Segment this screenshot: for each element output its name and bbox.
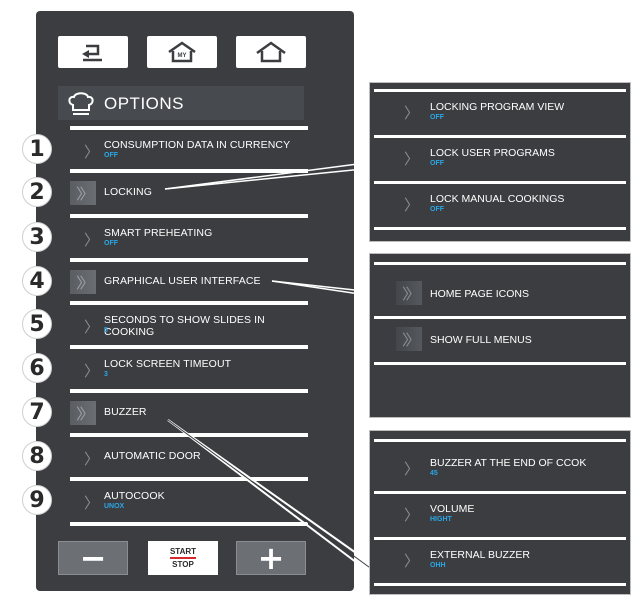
locking-connector-top	[164, 161, 374, 190]
submenu-divider	[374, 227, 626, 230]
submenu-divider	[374, 537, 626, 540]
submenu-item-label: SHOW FULL MENUS	[430, 334, 532, 346]
gui-connector-bottom	[271, 280, 374, 297]
submenu-item-label: BUZZER AT THE END OF CCOK	[430, 457, 587, 469]
chevron-right-icon: 〉	[404, 461, 420, 478]
buzzer-submenu: 〉 BUZZER AT THE END OF CCOK 45 〉 VOLUME …	[369, 430, 631, 595]
submenu-item-label: EXTERNAL BUZZER	[430, 549, 530, 561]
chevron-right-icon: 〉	[404, 151, 420, 168]
submenu-item-value: HIGHT	[430, 516, 452, 523]
submenu-item-value: OFF	[430, 160, 444, 167]
chevron-right-icon: 〉	[404, 507, 420, 524]
locking-submenu: 〉 LOCKING PROGRAM VIEW OFF 〉 LOCK USER P…	[369, 82, 631, 242]
submenu-divider	[374, 491, 626, 494]
submenu-item-lock-manual-cookings[interactable]: 〉 LOCK MANUAL COOKINGS OFF	[374, 185, 626, 219]
submenu-item-label: HOME PAGE ICONS	[430, 288, 529, 300]
submenu-item-value: 45	[430, 470, 438, 477]
submenu-divider	[374, 181, 626, 184]
buzzer-connector-mid	[167, 419, 374, 571]
chevron-double-icon: 〉〉	[396, 281, 422, 305]
submenu-divider	[374, 316, 626, 319]
submenu-item-value: OFF	[430, 114, 444, 121]
locking-connector-bottom	[164, 167, 374, 190]
chevron-double-icon: 〉〉	[396, 327, 422, 351]
submenu-item-label: LOCK MANUAL COOKINGS	[430, 193, 565, 205]
submenu-item-home-page-icons[interactable]: 〉〉 HOME PAGE ICONS	[374, 276, 626, 310]
submenu-divider	[374, 362, 626, 365]
submenu-item-lock-user-programs[interactable]: 〉 LOCK USER PROGRAMS OFF	[374, 139, 626, 173]
submenu-item-label: VOLUME	[430, 503, 475, 515]
submenu-item-buzzer-at-end[interactable]: 〉 BUZZER AT THE END OF CCOK 45	[374, 449, 626, 483]
chevron-right-icon: 〉	[404, 105, 420, 122]
submenu-item-label: LOCKING PROGRAM VIEW	[430, 101, 565, 113]
buzzer-connector-top	[167, 419, 374, 566]
submenu-item-label: LOCK USER PROGRAMS	[430, 147, 555, 159]
submenu-divider	[374, 262, 626, 265]
submenu-divider	[374, 439, 626, 442]
submenu-divider	[374, 135, 626, 138]
submenu-divider	[374, 89, 626, 92]
chevron-right-icon: 〉	[404, 197, 420, 214]
submenu-item-external-buzzer[interactable]: 〉 EXTERNAL BUZZER OHH	[374, 541, 626, 575]
buzzer-connector-bottom	[167, 419, 374, 576]
submenu-divider	[374, 583, 626, 586]
submenu-item-locking-program-view[interactable]: 〉 LOCKING PROGRAM VIEW OFF	[374, 93, 626, 127]
gui-submenu: 〉〉 HOME PAGE ICONS 〉〉 SHOW FULL MENUS	[369, 253, 631, 418]
submenu-item-volume[interactable]: 〉 VOLUME HIGHT	[374, 495, 626, 529]
chevron-right-icon: 〉	[404, 553, 420, 570]
submenu-item-value: OFF	[430, 206, 444, 213]
submenu-item-value: OHH	[430, 562, 446, 569]
submenu-item-show-full-menus[interactable]: 〉〉 SHOW FULL MENUS	[374, 322, 626, 356]
